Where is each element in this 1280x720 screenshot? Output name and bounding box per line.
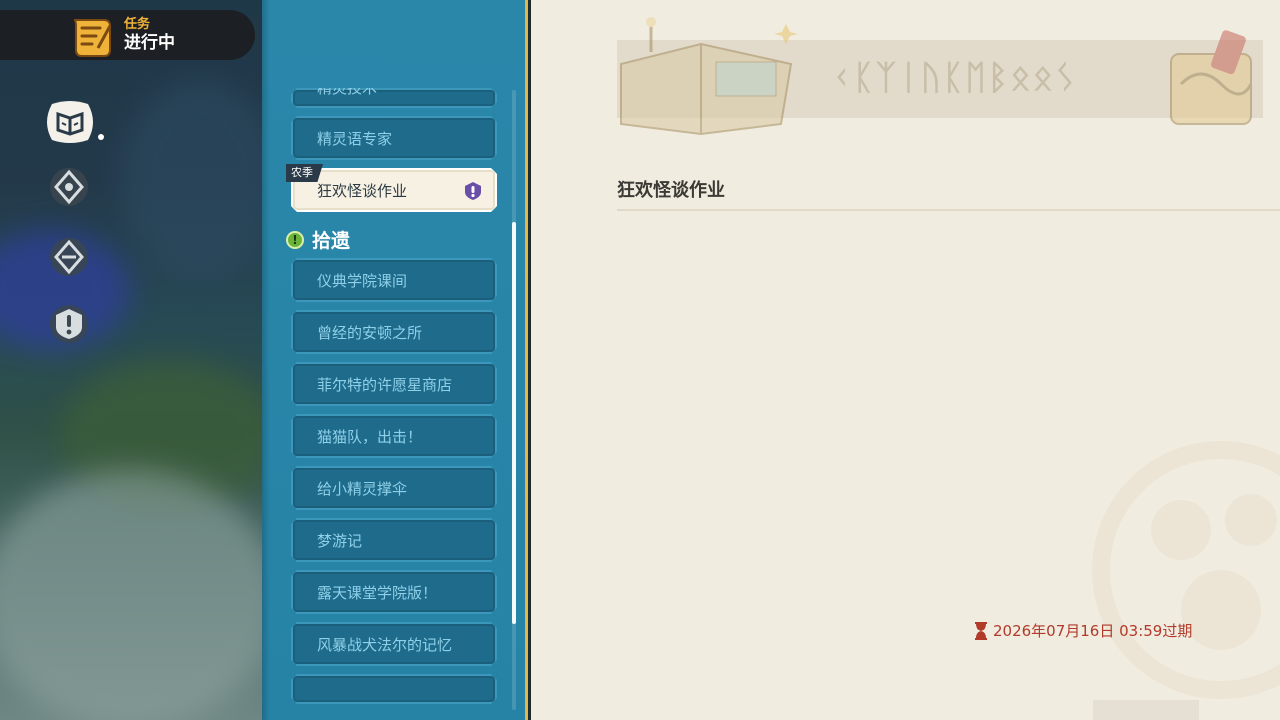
quest-item[interactable]: 菲尔特的许愿星商店 <box>291 362 497 406</box>
quest-item-label: 曾经的安顿之所 <box>317 323 423 342</box>
quest-header: 任务 进行中 <box>0 10 255 60</box>
quest-item[interactable]: 猫猫队，出击！ <box>291 414 497 458</box>
compass-badge-icon <box>50 168 88 206</box>
emblem-watermark-icon <box>1092 441 1280 699</box>
quest-item-partial[interactable]: 精灵技术 <box>291 88 497 108</box>
expiry-text: 2026年07月16日 03:59过期 <box>993 622 1193 640</box>
quest-detail-panel: ᚲᛕᛉᛁᚢᛕᛖᛒᛟᛟᛊ 狂欢怪谈作业 2026年07月16日 03:59过期 <box>531 0 1280 720</box>
quest-item-label: 猫猫队，出击！ <box>317 427 423 446</box>
quest-item-label: 菲尔特的许愿星商店 <box>317 375 453 394</box>
quest-book-icon <box>47 101 93 143</box>
quest-item[interactable]: 仪典学院课间 <box>291 258 497 302</box>
open-book-illustration-icon <box>620 17 798 136</box>
quest-item-label: 仪典学院课间 <box>317 271 408 290</box>
scrollbar-thumb[interactable] <box>512 222 516 624</box>
quest-item[interactable]: 给小精灵撑伞 <box>291 466 497 510</box>
quest-item-label: 梦游记 <box>317 531 363 550</box>
category-icon-4[interactable] <box>48 303 90 345</box>
header-subtitle: 任务 <box>124 16 151 32</box>
section-title: 拾遗 <box>312 230 351 252</box>
detail-divider <box>617 209 1280 211</box>
bottom-hint-bar <box>1093 700 1199 720</box>
quest-scroll-icon <box>73 19 112 57</box>
quest-item-partial[interactable] <box>291 674 497 704</box>
quest-item-label: 给小精灵撑伞 <box>317 479 408 498</box>
game-scene-background <box>0 0 262 720</box>
quest-item[interactable]: 曾经的安顿之所 <box>291 310 497 354</box>
season-tag: 农季 <box>286 164 323 182</box>
quest-item-label: 精灵语专家 <box>317 129 393 148</box>
quest-item[interactable]: 露天课堂学院版！ <box>291 570 497 614</box>
quest-item-label: 风暴战犬法尔的记忆 <box>317 635 453 654</box>
quest-item-label: 精灵技术 <box>317 78 378 97</box>
compass-badge-alt-icon <box>50 238 88 276</box>
detail-quest-title: 狂欢怪谈作业 <box>617 180 725 201</box>
priority-alert-icon <box>463 181 483 201</box>
quest-list-panel[interactable]: 精灵技术 精灵语专家 农季 狂欢怪谈作业 ! 拾遗 仪典学院课间 曾经的安顿之所… <box>262 0 528 720</box>
quest-item[interactable]: 风暴战犬法尔的记忆 <box>291 622 497 666</box>
section-header-misc: ! 拾遗 <box>286 226 350 253</box>
map-illustration-icon <box>1170 30 1253 125</box>
header-title: 进行中 <box>124 32 175 53</box>
alert-badge-icon <box>50 305 88 343</box>
category-icon-2[interactable] <box>48 166 90 208</box>
quest-item[interactable]: 梦游记 <box>291 518 497 562</box>
hourglass-icon <box>975 621 987 640</box>
quest-item-label: 狂欢怪谈作业 <box>317 181 408 200</box>
category-main-quests[interactable] <box>42 96 104 148</box>
category-icon-3[interactable] <box>48 236 90 278</box>
expiry-notice: 2026年07月16日 03:59过期 <box>974 620 1192 641</box>
quest-item-label: 露天课堂学院版！ <box>317 583 438 602</box>
rune-decoration: ᚲᛕᛉᛁᚢᛕᛖᛒᛟᛟᛊ <box>831 58 1078 98</box>
quest-item[interactable]: 精灵语专家 <box>291 116 497 160</box>
section-alert-icon: ! <box>286 230 304 249</box>
quest-item-selected[interactable]: 狂欢怪谈作业 <box>291 168 497 212</box>
